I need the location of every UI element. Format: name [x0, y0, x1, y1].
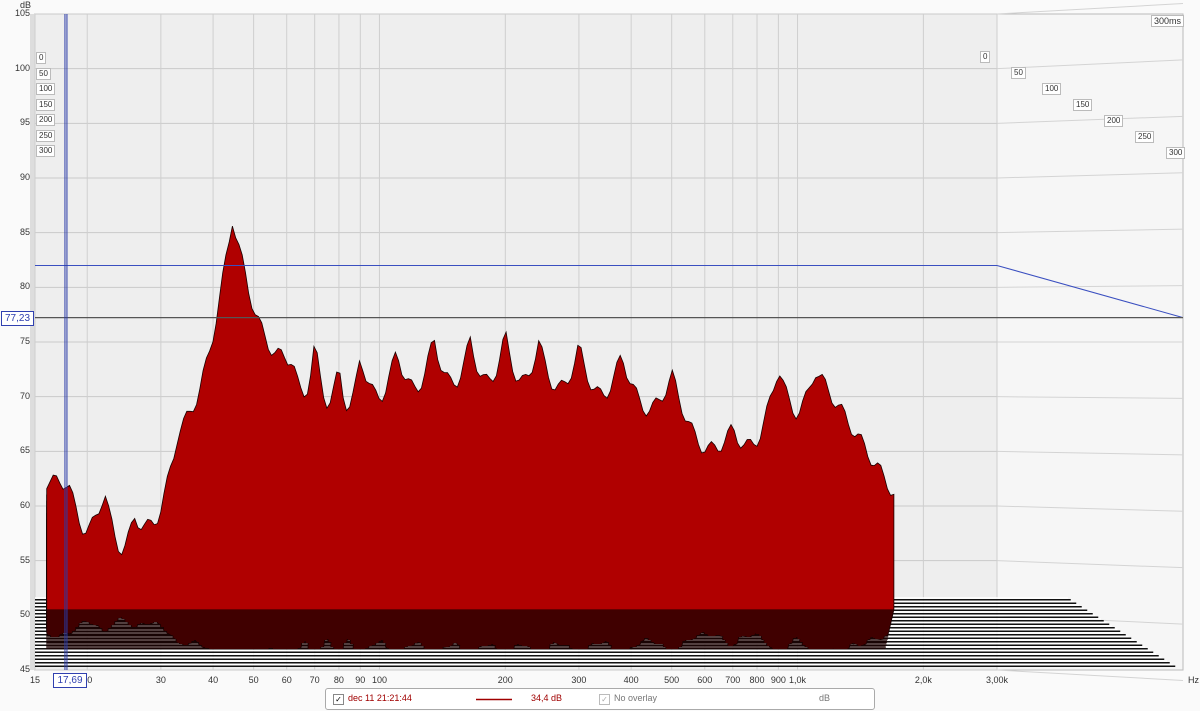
- y-tick-label: 60: [19, 500, 30, 510]
- time-label-right: 100: [1042, 83, 1062, 95]
- x-tick-label: 700: [725, 675, 741, 685]
- time-label-right: 300: [1166, 147, 1186, 159]
- y-tick-label: 65: [19, 445, 30, 456]
- measurement-level: 34,4 dB: [531, 693, 563, 703]
- x-axis-unit: Hz: [1188, 675, 1199, 685]
- x-tick-label: 3,00k: [985, 675, 1009, 685]
- time-label-left: 150: [36, 98, 56, 111]
- x-tick-label: 30: [155, 675, 166, 685]
- y-axis-bar: [30, 14, 35, 670]
- x-tick-label: 40: [208, 675, 219, 685]
- x-tick-label: 900: [770, 675, 786, 685]
- x-tick-label: 60: [281, 675, 292, 685]
- x-tick-label: 1,0k: [789, 675, 807, 685]
- waterfall-plot: [30, 3, 1184, 681]
- cursor-level-readout[interactable]: 77,23: [1, 311, 34, 326]
- y-tick-label: 90: [19, 172, 30, 182]
- cursor-frequency-readout[interactable]: 17,69: [53, 673, 87, 688]
- x-tick-label: 100: [371, 675, 387, 685]
- x-tick-label: 90: [355, 675, 366, 685]
- x-tick-label: 70: [309, 675, 320, 685]
- legend-bar: ✓ dec 11 21:21:44 34,4 dB ✓ No overlay d…: [325, 688, 875, 710]
- time-range-label: 300ms: [1150, 15, 1184, 27]
- time-label-left: 300: [36, 145, 56, 157]
- x-tick-label: 400: [623, 675, 639, 685]
- x-tick-label: 15: [29, 675, 41, 685]
- measurement-name[interactable]: dec 11 21:21:44: [348, 693, 412, 703]
- overlay-unit: dB: [819, 693, 831, 703]
- time-label-right: 150: [1073, 99, 1093, 111]
- overlay-label[interactable]: No overlay: [614, 693, 657, 703]
- time-label-right: 50: [1011, 67, 1026, 79]
- overlay-checkbox[interactable]: ✓: [599, 694, 610, 705]
- y-tick-label: 100: [14, 62, 30, 73]
- x-tick-label: 200: [497, 675, 513, 685]
- x-tick-label: 80: [333, 675, 344, 685]
- time-label-right: 250: [1135, 131, 1155, 143]
- side-gridline: [996, 3, 1184, 15]
- x-tick-label: 500: [664, 675, 680, 685]
- y-tick-label: 50: [19, 609, 30, 620]
- x-tick-label: 300: [571, 675, 587, 685]
- series-line-swatch: [476, 698, 512, 701]
- y-tick-label: 55: [19, 554, 30, 565]
- y-axis-unit: dB: [20, 0, 32, 10]
- y-tick-label: 95: [19, 117, 30, 128]
- y-tick-label: 70: [19, 390, 30, 401]
- time-label-left: 250: [36, 129, 56, 142]
- time-label-left: 100: [36, 83, 56, 95]
- measurement-checkbox[interactable]: ✓: [333, 694, 344, 705]
- y-tick-label: 45: [19, 664, 30, 674]
- time-label-left: 200: [36, 114, 56, 126]
- time-label-right: 200: [1104, 115, 1124, 127]
- x-tick-label: 50: [248, 675, 259, 685]
- x-tick-label: 600: [697, 675, 713, 685]
- y-tick-label: 85: [19, 226, 30, 237]
- x-tick-label: 800: [749, 675, 765, 685]
- y-tick-label: 75: [19, 336, 30, 346]
- x-tick-label: 2,0k: [914, 675, 932, 685]
- time-label-right: 0: [980, 51, 991, 63]
- time-label-left: 50: [36, 67, 51, 80]
- side-gridline: [996, 669, 1184, 681]
- time-label-left: 0: [36, 52, 47, 64]
- y-tick-label: 80: [19, 281, 30, 292]
